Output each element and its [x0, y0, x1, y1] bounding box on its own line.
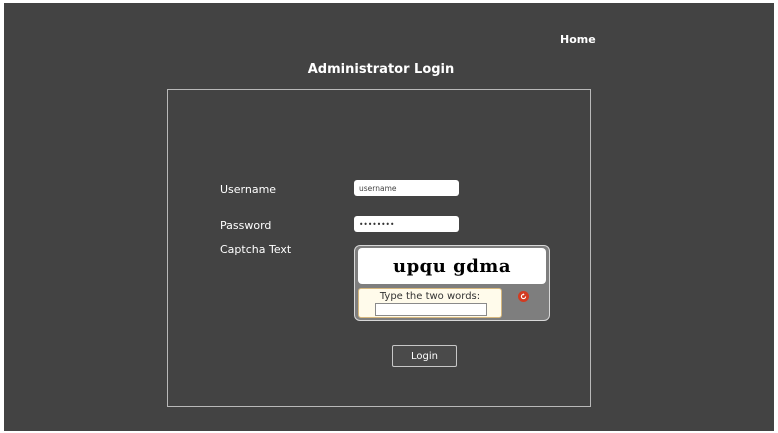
captcha-prompt: Type the two words: — [379, 291, 481, 302]
captcha-image: upqu gdma — [358, 248, 546, 284]
captcha-label: Captcha Text — [220, 243, 292, 256]
captcha-answer-area: Type the two words: — [358, 288, 502, 318]
refresh-icon[interactable] — [518, 291, 529, 302]
refresh-arrow-glyph — [520, 293, 527, 300]
page-title: Administrator Login — [307, 62, 455, 77]
captcha-widget: upqu gdma Type the two words: — [354, 245, 550, 321]
username-input[interactable] — [354, 180, 459, 196]
captcha-input[interactable] — [375, 303, 487, 316]
login-button[interactable]: Login — [392, 345, 457, 367]
username-label: Username — [220, 183, 277, 196]
password-label: Password — [220, 219, 272, 232]
password-input[interactable] — [354, 216, 459, 232]
home-link[interactable]: Home — [560, 33, 596, 46]
